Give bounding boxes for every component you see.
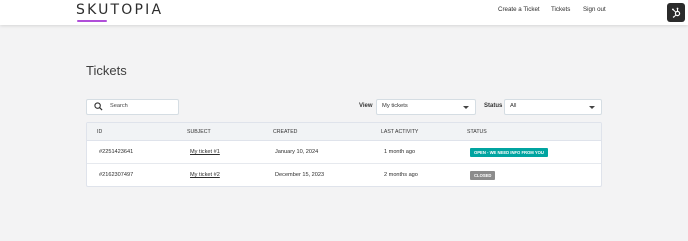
hubspot-sprocket-icon <box>671 7 680 18</box>
status-select-value: All <box>510 103 517 109</box>
chevron-down-icon <box>589 106 595 109</box>
column-header-subject[interactable]: SUBJECT <box>187 129 211 135</box>
tickets-table: ID SUBJECT CREATED LAST ACTIVITY STATUS … <box>86 122 602 187</box>
skutopia-logo[interactable]: SKUTOPIA <box>76 2 163 18</box>
sign-out-link[interactable]: Sign out <box>583 6 606 13</box>
ticket-subject-link[interactable]: My ticket #2 <box>190 172 220 178</box>
status-select[interactable]: All <box>504 99 602 115</box>
ticket-created: December 15, 2023 <box>275 172 325 178</box>
top-navigation-bar: SKUTOPIA Create a Ticket Tickets Sign ou… <box>0 0 688 25</box>
chevron-down-icon <box>463 106 469 109</box>
logo-underline <box>77 20 107 22</box>
search-placeholder: Search <box>110 103 128 109</box>
column-header-id[interactable]: ID <box>97 129 102 135</box>
column-header-created[interactable]: CREATED <box>273 129 297 135</box>
ticket-id: #2251423641 <box>99 149 134 155</box>
status-badge: OPEN - WE NEED INFO FROM YOU <box>470 148 548 157</box>
ticket-created: January 10, 2024 <box>275 149 319 155</box>
column-header-status[interactable]: STATUS <box>467 129 487 135</box>
status-badge: CLOSED <box>470 171 496 180</box>
search-icon <box>94 102 103 111</box>
page-title: Tickets <box>86 63 127 78</box>
table-row[interactable]: #2251423641 My ticket #1 January 10, 202… <box>87 141 601 164</box>
column-header-last-activity[interactable]: LAST ACTIVITY <box>381 129 418 135</box>
table-row[interactable]: #2162307497 My ticket #2 December 15, 20… <box>87 164 601 186</box>
status-label: Status <box>484 103 503 109</box>
ticket-id: #2162307497 <box>99 172 134 178</box>
hubspot-icon[interactable] <box>667 3 685 22</box>
ticket-last-activity: 1 month ago <box>384 149 416 155</box>
create-ticket-link[interactable]: Create a Ticket <box>498 6 540 13</box>
search-input[interactable]: Search <box>86 99 179 115</box>
view-label: View <box>359 103 373 109</box>
ticket-last-activity: 2 months ago <box>384 172 418 178</box>
table-header: ID SUBJECT CREATED LAST ACTIVITY STATUS <box>87 123 601 141</box>
ticket-subject-link[interactable]: My ticket #1 <box>190 149 220 155</box>
view-select[interactable]: My tickets <box>376 99 476 115</box>
view-select-value: My tickets <box>382 103 408 109</box>
tickets-link[interactable]: Tickets <box>551 6 570 13</box>
